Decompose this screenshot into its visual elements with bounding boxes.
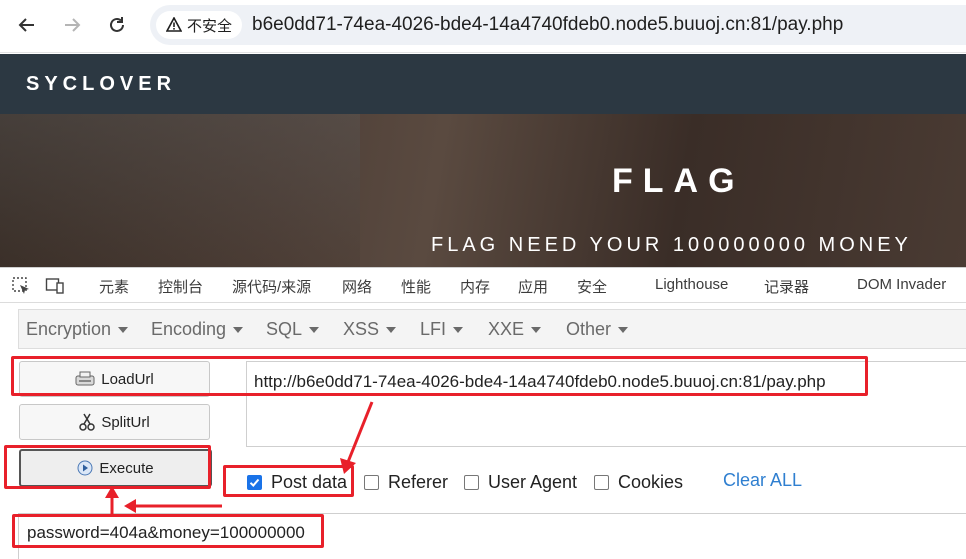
annotation-box-post-body bbox=[12, 514, 324, 548]
caret-down-icon bbox=[309, 327, 320, 334]
referer-label: Referer bbox=[388, 472, 449, 492]
security-label: 不安全 bbox=[187, 17, 233, 35]
menu-other[interactable]: Other bbox=[566, 319, 629, 340]
forward-arrow-icon bbox=[65, 18, 81, 32]
referer-checkbox[interactable] bbox=[364, 475, 379, 490]
arrow-head-left-icon bbox=[124, 499, 136, 513]
annotation-box-execute bbox=[4, 445, 211, 489]
warning-icon bbox=[166, 17, 182, 32]
devtools-tab-lighthouse[interactable]: Lighthouse bbox=[655, 276, 728, 293]
forward-button[interactable] bbox=[57, 10, 87, 40]
split-url-label: SplitUrl bbox=[101, 413, 150, 431]
user-agent-label: User Agent bbox=[488, 472, 578, 492]
menu-xxe[interactable]: XXE bbox=[488, 319, 542, 340]
cookies-checkbox[interactable] bbox=[594, 475, 609, 490]
annotation-box-post-data bbox=[223, 465, 354, 497]
back-button[interactable] bbox=[12, 10, 42, 40]
devtools-tabbar: 元素 控制台 源代码/来源 网络 性能 内存 应用 安全 Lighthouse … bbox=[0, 267, 966, 303]
address-url[interactable]: b6e0dd71-74ea-4026-bde4-14a4740fdeb0.nod… bbox=[252, 14, 843, 36]
back-arrow-icon bbox=[18, 18, 34, 32]
hackbar-menu: Encryption Encoding SQL XSS LFI XXE Othe… bbox=[18, 309, 966, 349]
menu-encryption[interactable]: Encryption bbox=[26, 319, 129, 340]
devtools-tab-security[interactable]: 安全 bbox=[577, 276, 607, 297]
browser-toolbar: 不安全 b6e0dd71-74ea-4026-bde4-14a4740fdeb0… bbox=[0, 0, 966, 53]
devtools-tab-application[interactable]: 应用 bbox=[518, 276, 548, 297]
devtools-tab-recorder[interactable]: 记录器 bbox=[764, 276, 809, 297]
devtools-tab-performance[interactable]: 性能 bbox=[401, 276, 431, 297]
menu-lfi[interactable]: LFI bbox=[420, 319, 464, 340]
address-bar[interactable]: 不安全 b6e0dd71-74ea-4026-bde4-14a4740fdeb0… bbox=[150, 5, 966, 45]
hero-title: FLAG bbox=[612, 162, 745, 200]
site-header: SYCLOVER bbox=[0, 54, 966, 114]
annotation-box-url bbox=[11, 356, 868, 396]
devtools-tab-network[interactable]: 网络 bbox=[342, 276, 372, 297]
option-cookies[interactable]: Cookies bbox=[594, 472, 683, 493]
devtools-tab-memory[interactable]: 内存 bbox=[460, 276, 490, 297]
hero-subtitle: FLAG NEED YOUR 100000000 MONEY bbox=[431, 234, 912, 256]
reload-icon bbox=[110, 17, 124, 32]
menu-sql[interactable]: SQL bbox=[266, 319, 320, 340]
option-user-agent[interactable]: User Agent bbox=[464, 472, 577, 493]
user-agent-checkbox[interactable] bbox=[464, 475, 479, 490]
menu-xss[interactable]: XSS bbox=[343, 319, 397, 340]
caret-down-icon bbox=[118, 327, 129, 334]
caret-down-icon bbox=[386, 327, 397, 334]
menu-encoding[interactable]: Encoding bbox=[151, 319, 244, 340]
devtools-tab-console[interactable]: 控制台 bbox=[158, 276, 203, 297]
devtools-tab-sources[interactable]: 源代码/来源 bbox=[232, 276, 311, 297]
site-brand[interactable]: SYCLOVER bbox=[26, 73, 176, 96]
cookies-label: Cookies bbox=[618, 472, 684, 492]
device-toolbar-icon[interactable] bbox=[45, 276, 65, 296]
inspect-element-icon[interactable] bbox=[11, 276, 31, 296]
caret-down-icon bbox=[453, 327, 464, 334]
option-referer[interactable]: Referer bbox=[364, 472, 448, 493]
devtools-tab-elements[interactable]: 元素 bbox=[99, 276, 129, 297]
devtools-tab-dom-invader[interactable]: DOM Invader bbox=[857, 276, 946, 293]
split-url-button[interactable]: SplitUrl bbox=[19, 404, 210, 440]
hero-banner: FLAG FLAG NEED YOUR 100000000 MONEY bbox=[0, 114, 966, 267]
security-indicator[interactable]: 不安全 bbox=[156, 11, 243, 39]
caret-down-icon bbox=[531, 327, 542, 334]
reload-button[interactable] bbox=[102, 10, 132, 40]
caret-down-icon bbox=[233, 327, 244, 334]
clear-all-link[interactable]: Clear ALL bbox=[723, 470, 802, 491]
caret-down-icon bbox=[618, 327, 629, 334]
scissors-icon bbox=[79, 413, 96, 431]
